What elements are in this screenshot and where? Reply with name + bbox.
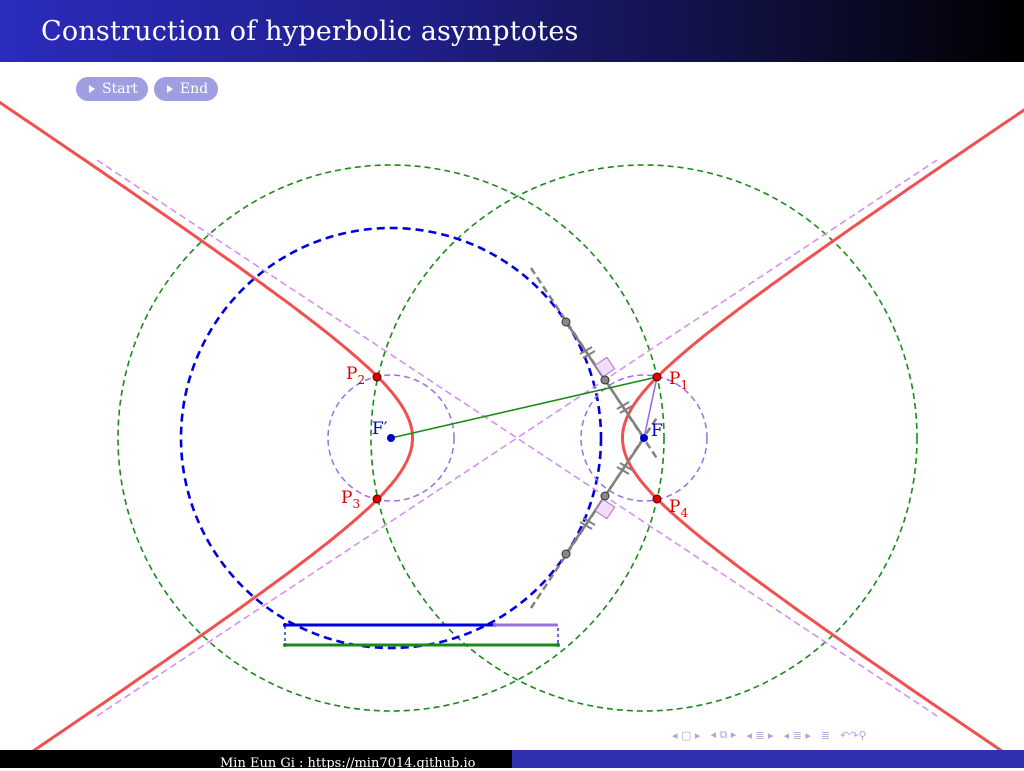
label-p4: P4 [669, 497, 688, 520]
segment-fprime-p1 [391, 377, 657, 438]
nav-subsection-icon[interactable]: ◂ ⧉ ▸ [710, 728, 736, 742]
focus-point [640, 434, 648, 442]
right-angle-marker-lower [595, 499, 614, 518]
focus-prime-point [387, 434, 395, 442]
p-points [373, 373, 661, 503]
nav-search-icon[interactable]: ↶↷⚲ [840, 729, 867, 742]
hyperbola-left-branch [0, 77, 413, 768]
bar-endpoint [283, 623, 287, 627]
hyperbola-construction-diagram: P1 P2 P3 P4 F F′ [0, 0, 1024, 768]
length-comparison-box [285, 625, 558, 645]
right-angle-marker-upper [595, 357, 614, 376]
label-p2: P2 [346, 364, 365, 387]
bar-endpoint [283, 643, 287, 647]
hyperbola-right-branch [623, 77, 1024, 768]
nav-section-icon-2[interactable]: ◂ ≣ ▸ [784, 729, 811, 742]
beamer-navigation: ◂ ▢ ▸ ◂ ⧉ ▸ ◂ ≣ ▸ ◂ ≣ ▸ ≣ ↶↷⚲ [672, 727, 867, 743]
nav-frame-icon[interactable]: ◂ ▢ ▸ [672, 729, 700, 742]
bar-endpoint [493, 623, 497, 627]
label-focus: F [651, 421, 663, 441]
nav-section-icon[interactable]: ◂ ≣ ▸ [746, 729, 773, 742]
label-p1: P1 [669, 369, 688, 392]
bar-endpoint [556, 643, 560, 647]
label-focus-prime: F′ [372, 419, 388, 439]
footer-right [512, 750, 1024, 768]
nav-doc-icon[interactable]: ≣ [821, 729, 830, 742]
footer-author: Min Eun Gi : https://min7014.github.io [220, 756, 475, 771]
